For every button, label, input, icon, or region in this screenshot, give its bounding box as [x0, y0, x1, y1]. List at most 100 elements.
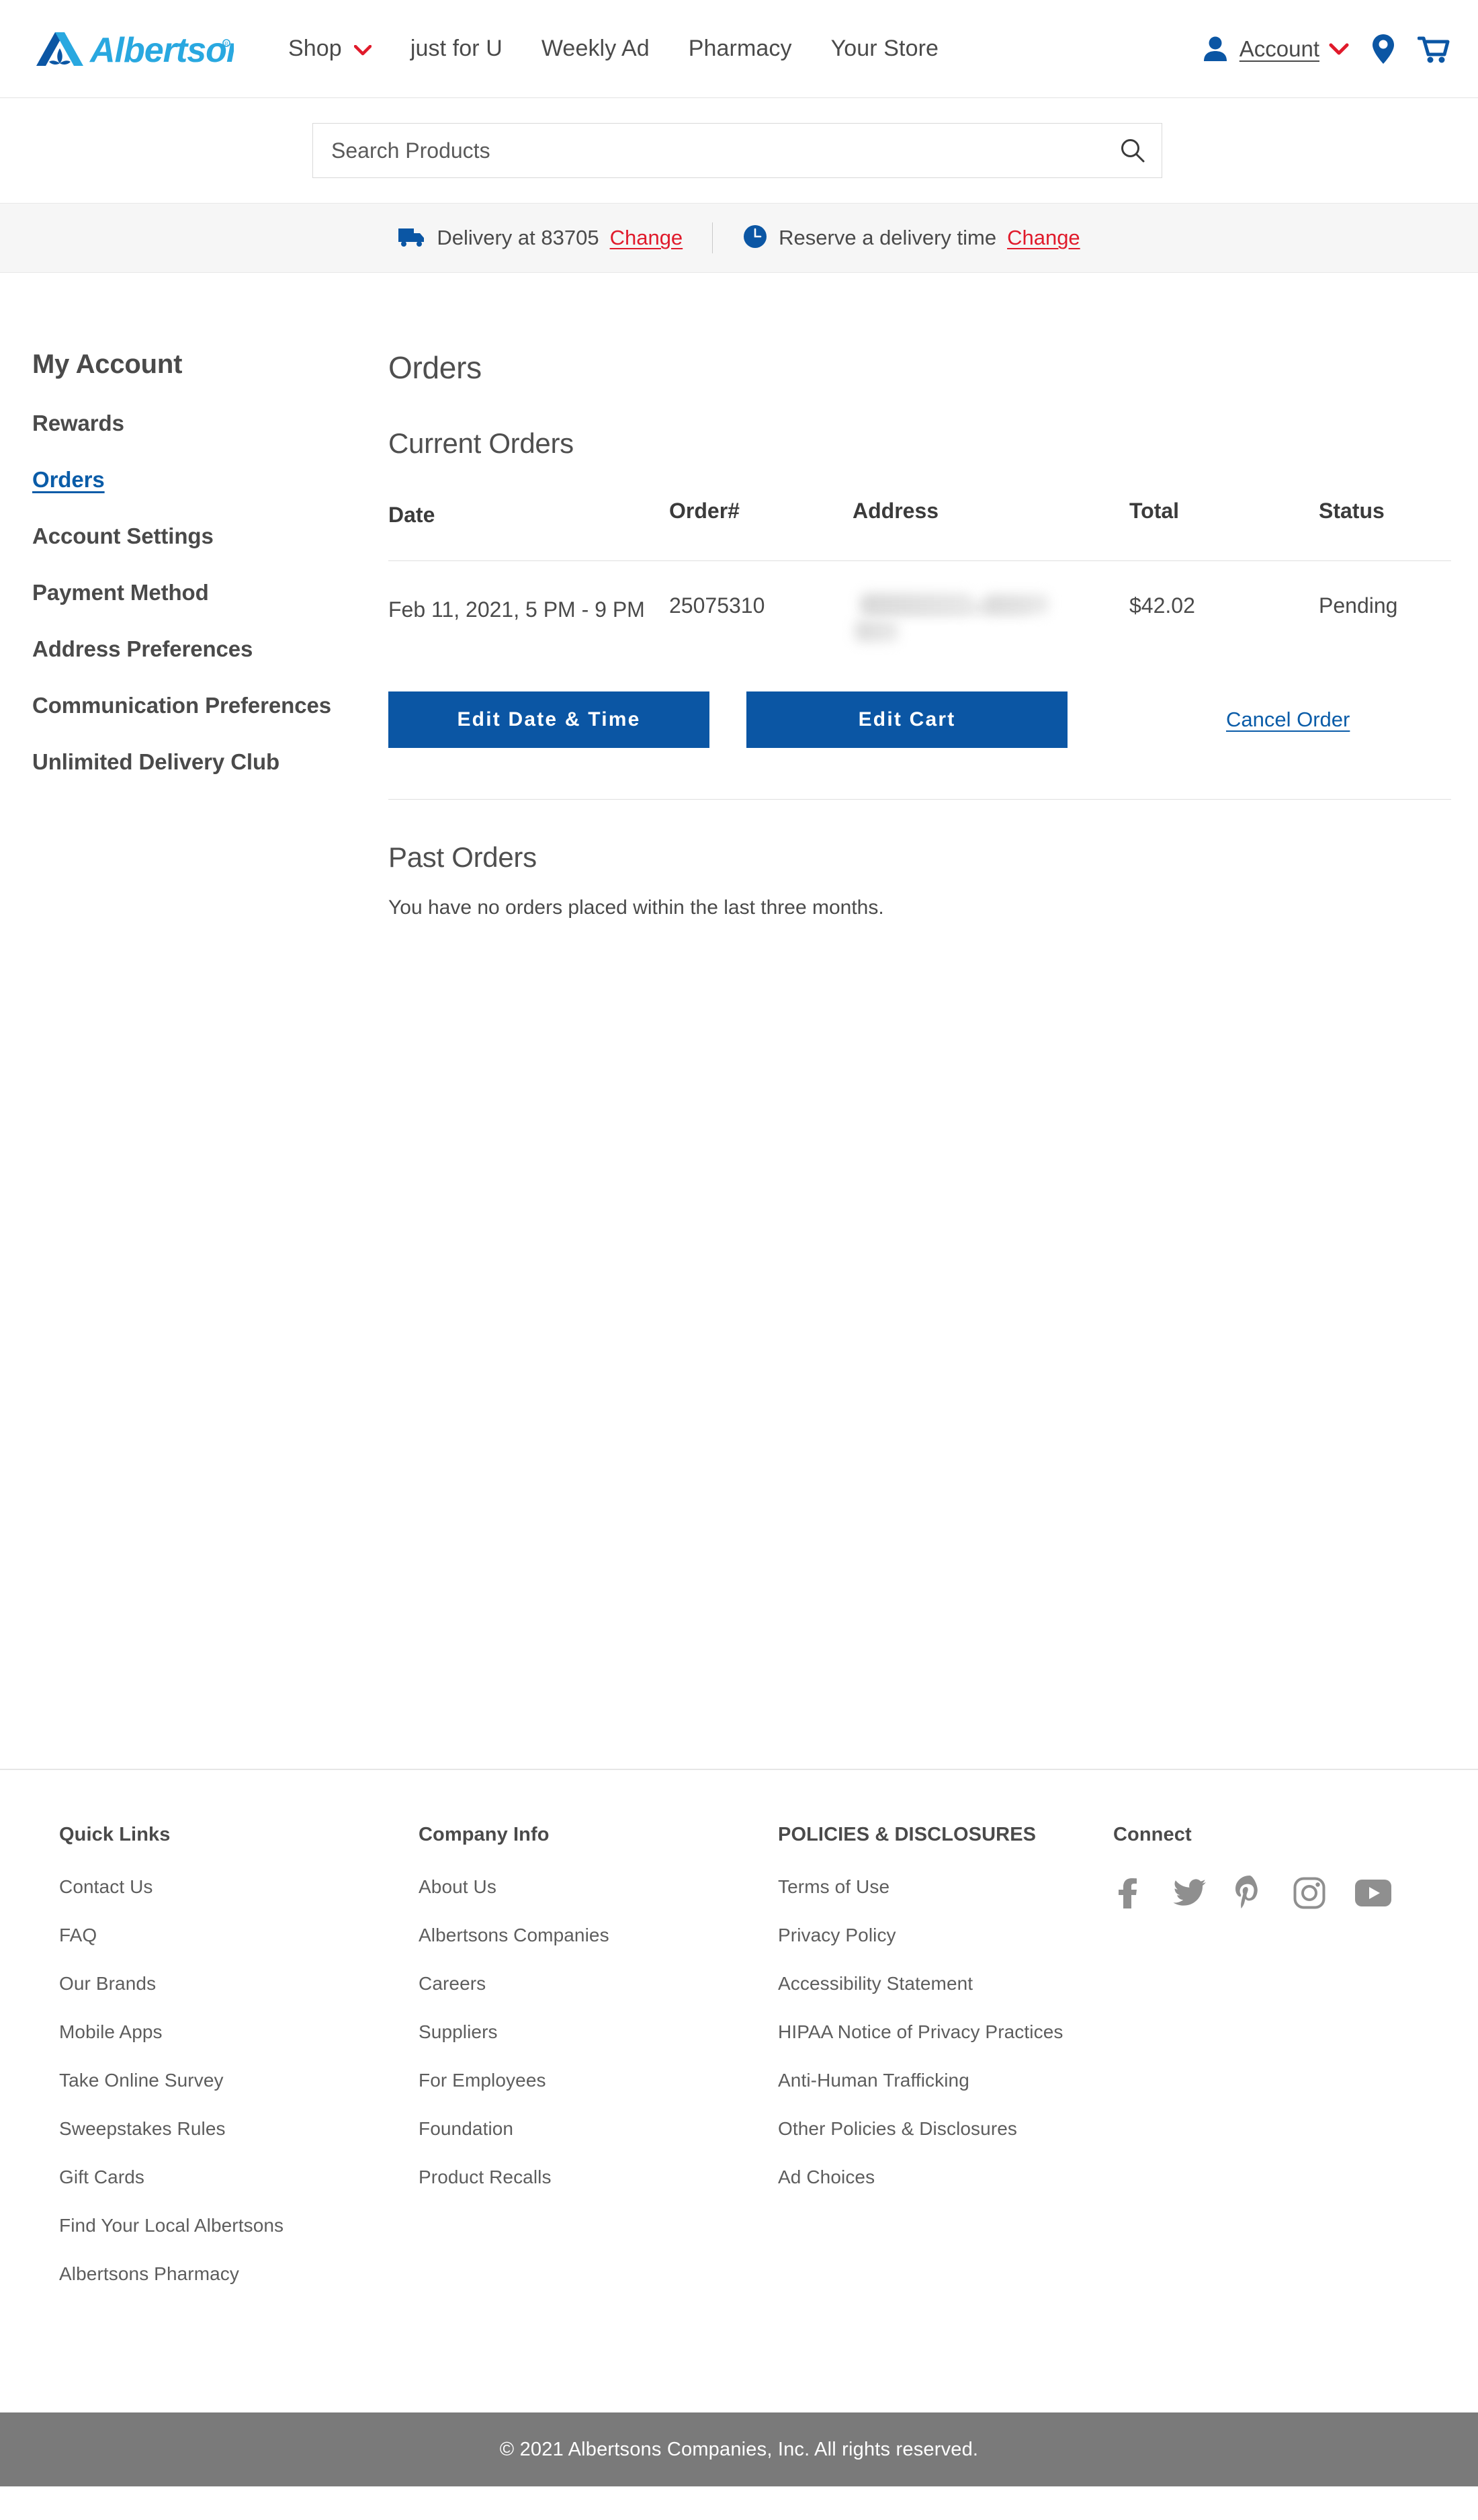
footer-link-contact-us[interactable]: Contact Us	[59, 1876, 419, 1898]
footer-link-suppliers[interactable]: Suppliers	[419, 2021, 778, 2043]
footer-link-terms-of-use[interactable]: Terms of Use	[778, 1876, 1113, 1898]
edit-cart-button[interactable]: Edit Cart	[746, 691, 1068, 748]
order-address	[853, 593, 1129, 643]
footer-link-sweepstakes-rules[interactable]: Sweepstakes Rules	[59, 2118, 419, 2140]
nav-item-pharmacy-label: Pharmacy	[688, 36, 792, 61]
delivery-change-link[interactable]: Change	[610, 226, 683, 250]
footer-link-albertsons-pharmacy[interactable]: Albertsons Pharmacy	[59, 2263, 419, 2285]
facebook-icon[interactable]	[1113, 1878, 1143, 1908]
nav-item-just-for-u-label: just for U	[410, 36, 503, 61]
footer-heading-connect: Connect	[1113, 1824, 1192, 1845]
sidebar-item-account-settings-label: Account Settings	[32, 523, 214, 548]
youtube-icon[interactable]	[1355, 1880, 1391, 1906]
nav-item-shop[interactable]: Shop	[269, 36, 391, 62]
footer-heading-company-info: Company Info	[419, 1824, 550, 1845]
current-orders-title: Current Orders	[388, 427, 574, 459]
sidebar-item-rewards[interactable]: Rewards	[32, 411, 376, 436]
footer-link-accessibility-statement[interactable]: Accessibility Statement	[778, 1973, 1113, 1994]
albertsons-logo[interactable]: Albertsons R	[32, 28, 254, 70]
account-menu[interactable]: Account	[1201, 34, 1349, 64]
delivery-time-change-link[interactable]: Change	[1007, 226, 1080, 250]
footer-link-for-employees[interactable]: For Employees	[419, 2070, 778, 2091]
instagram-icon[interactable]	[1293, 1877, 1325, 1909]
chevron-down-icon	[353, 36, 372, 62]
order-date: Feb 11, 2021, 5 PM - 9 PM	[388, 597, 645, 622]
footer-link-mobile-apps[interactable]: Mobile Apps	[59, 2021, 419, 2043]
sidebar-item-orders[interactable]: Orders	[32, 467, 376, 493]
nav-item-weekly-ad[interactable]: Weekly Ad	[522, 36, 669, 62]
delivery-location-text: Delivery at 83705	[437, 226, 599, 249]
footer-column-policies: POLICIES & DISCLOSURES Terms of Use Priv…	[778, 1824, 1113, 2285]
order-number: 25075310	[669, 593, 765, 618]
status-badge: Pending	[1319, 593, 1398, 618]
twitter-icon[interactable]	[1172, 1879, 1206, 1907]
sidebar-item-unlimited-delivery-club[interactable]: Unlimited Delivery Club	[32, 749, 376, 775]
search-input[interactable]	[313, 124, 1162, 177]
sidebar-item-payment-method[interactable]: Payment Method	[32, 580, 376, 605]
nav-item-your-store-label: Your Store	[830, 36, 939, 61]
location-pin-icon[interactable]	[1372, 34, 1395, 65]
site-footer: Quick Links Contact Us FAQ Our Brands Mo…	[0, 1769, 1478, 2285]
delivery-time-segment: Reserve a delivery time Change	[742, 224, 1080, 253]
search-icon[interactable]	[1120, 138, 1145, 163]
footer-column-quick-links: Quick Links Contact Us FAQ Our Brands Mo…	[59, 1824, 419, 2285]
footer-link-product-recalls[interactable]: Product Recalls	[419, 2167, 778, 2188]
account-label: Account	[1239, 36, 1319, 61]
footer-link-other-policies[interactable]: Other Policies & Disclosures	[778, 2118, 1113, 2140]
nav-item-weekly-ad-label: Weekly Ad	[541, 36, 650, 61]
svg-text:Albertsons: Albertsons	[89, 31, 234, 70]
footer-link-our-brands[interactable]: Our Brands	[59, 1973, 419, 1994]
past-orders-title: Past Orders	[388, 841, 537, 873]
footer-link-find-your-local-albertsons[interactable]: Find Your Local Albertsons	[59, 2215, 419, 2236]
column-header-status: Status	[1319, 499, 1385, 523]
site-header: Albertsons R Shop just for U Weekly Ad P…	[0, 0, 1478, 98]
sidebar-item-communication-preferences-label: Communication Preferences	[32, 693, 331, 718]
footer-link-about-us[interactable]: About Us	[419, 1876, 778, 1898]
copyright-text: © 2021 Albertsons Companies, Inc. All ri…	[499, 2438, 979, 2460]
delivery-location-segment: Delivery at 83705 Change	[398, 226, 683, 251]
delivery-bar-separator	[712, 222, 713, 253]
footer-heading-quick-links: Quick Links	[59, 1824, 171, 1845]
sidebar-item-communication-preferences[interactable]: Communication Preferences	[32, 693, 376, 718]
svg-text:R: R	[224, 41, 228, 47]
footer-link-anti-human-trafficking[interactable]: Anti-Human Trafficking	[778, 2070, 1113, 2091]
copyright-bar: © 2021 Albertsons Companies, Inc. All ri…	[0, 2412, 1478, 2486]
cancel-order-link[interactable]: Cancel Order	[1226, 708, 1350, 732]
footer-link-privacy-policy[interactable]: Privacy Policy	[778, 1925, 1113, 1946]
sidebar-item-orders-label: Orders	[32, 467, 105, 492]
search-box[interactable]	[312, 123, 1162, 178]
nav-item-your-store[interactable]: Your Store	[812, 36, 958, 62]
nav-item-pharmacy[interactable]: Pharmacy	[669, 36, 812, 62]
delivery-truck-icon	[398, 226, 426, 251]
footer-link-gift-cards[interactable]: Gift Cards	[59, 2167, 419, 2188]
footer-link-foundation[interactable]: Foundation	[419, 2118, 778, 2140]
footer-link-careers[interactable]: Careers	[419, 1973, 778, 1994]
footer-link-take-online-survey[interactable]: Take Online Survey	[59, 2070, 419, 2091]
column-header-total: Total	[1129, 499, 1180, 523]
table-row: Feb 11, 2021, 5 PM - 9 PM 25075310 $42.0…	[388, 561, 1451, 643]
footer-link-faq[interactable]: FAQ	[59, 1925, 419, 1946]
sidebar-item-address-preferences[interactable]: Address Preferences	[32, 636, 376, 662]
footer-link-ad-choices[interactable]: Ad Choices	[778, 2167, 1113, 2188]
sidebar-item-account-settings[interactable]: Account Settings	[32, 523, 376, 549]
section-divider	[388, 799, 1451, 800]
footer-column-connect: Connect	[1113, 1824, 1478, 2285]
social-links	[1113, 1876, 1478, 1910]
order-address-redacted	[853, 593, 1054, 643]
main-navigation: Shop just for U Weekly Ad Pharmacy Your …	[269, 36, 958, 62]
page-title: Orders	[388, 350, 482, 385]
footer-link-hipaa-notice[interactable]: HIPAA Notice of Privacy Practices	[778, 2021, 1113, 2043]
account-sidebar: My Account Rewards Orders Account Settin…	[32, 349, 376, 775]
pinterest-icon[interactable]	[1235, 1876, 1264, 1910]
shopping-cart-icon[interactable]	[1418, 34, 1450, 64]
footer-link-albertsons-companies[interactable]: Albertsons Companies	[419, 1925, 778, 1946]
nav-item-just-for-u[interactable]: just for U	[391, 36, 522, 62]
edit-date-time-button[interactable]: Edit Date & Time	[388, 691, 709, 748]
footer-columns: Quick Links Contact Us FAQ Our Brands Mo…	[0, 1824, 1478, 2285]
header-actions: Account	[1201, 34, 1450, 65]
account-person-icon	[1201, 34, 1230, 64]
order-actions: Edit Date & Time Edit Cart Cancel Order	[388, 691, 1451, 748]
chevron-down-icon[interactable]	[1329, 43, 1349, 55]
table-header-row: Date Order# Address Total Status	[388, 499, 1451, 561]
delivery-info-bar: Delivery at 83705 Change Reserve a deliv…	[0, 203, 1478, 273]
